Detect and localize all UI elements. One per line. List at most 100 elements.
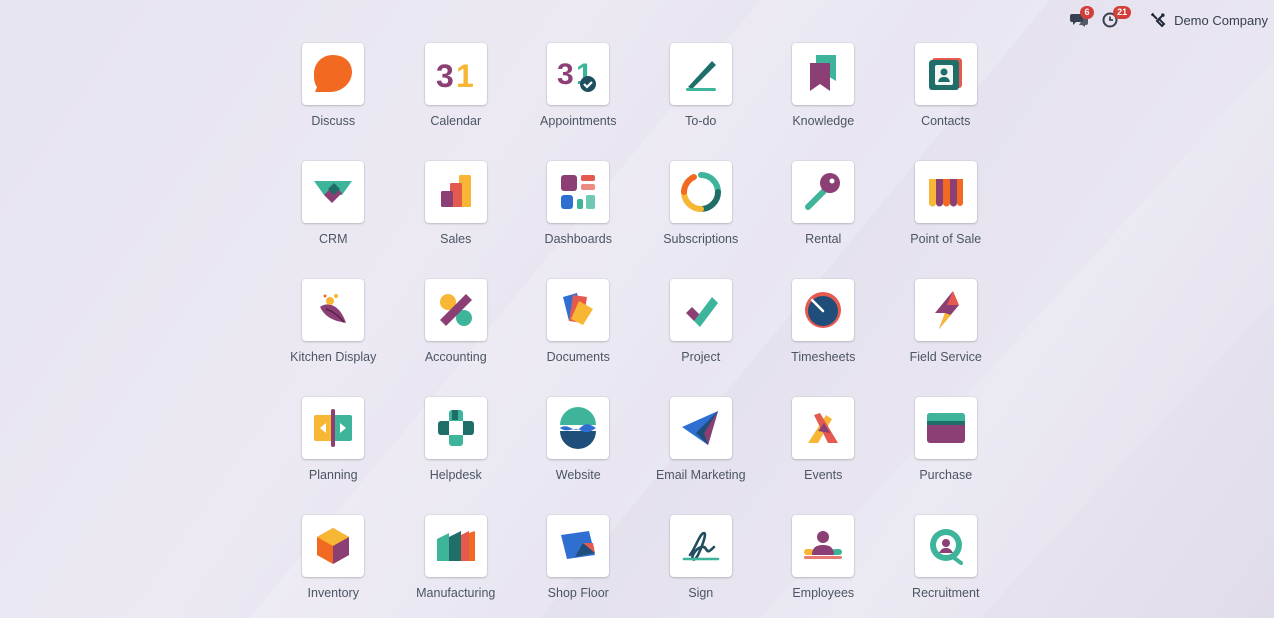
app-knowledge[interactable]: Knowledge: [762, 43, 885, 161]
app-tile: [302, 43, 365, 105]
app-subscriptions[interactable]: Subscriptions: [640, 161, 763, 279]
app-label: Project: [681, 350, 721, 364]
app-label: Employees: [792, 586, 855, 600]
app-kitchen-display[interactable]: Kitchen Display: [272, 279, 395, 397]
app-tile: [302, 161, 365, 223]
activities-menu[interactable]: 21: [1102, 6, 1132, 28]
app-tile: [669, 515, 732, 577]
app-shop-floor[interactable]: Shop Floor: [517, 515, 640, 618]
contacts-icon: [928, 58, 962, 90]
app-sales[interactable]: Sales: [395, 161, 518, 279]
app-tile: 3 1: [547, 43, 610, 105]
timesheets-icon: [805, 292, 842, 328]
knowledge-icon: [810, 55, 837, 91]
app-label: Kitchen Display: [290, 350, 377, 364]
appointments-icon: 3 1: [557, 58, 597, 92]
messages-menu[interactable]: 6: [1070, 6, 1095, 28]
svg-text:1: 1: [456, 58, 474, 94]
app-helpdesk[interactable]: Helpdesk: [395, 397, 518, 515]
app-planning[interactable]: Planning: [272, 397, 395, 515]
svg-text:3: 3: [436, 58, 454, 94]
app-sign[interactable]: Sign: [640, 515, 763, 618]
app-accounting[interactable]: Accounting: [395, 279, 518, 397]
website-icon: [560, 407, 597, 449]
app-label: Timesheets: [791, 350, 856, 364]
app-project[interactable]: Project: [640, 279, 763, 397]
email-marketing-icon: [681, 411, 718, 445]
app-crm[interactable]: CRM: [272, 161, 395, 279]
app-label: Dashboards: [544, 232, 612, 246]
app-tile: [669, 397, 732, 459]
app-tile: [914, 43, 977, 105]
app-tile: [547, 279, 610, 341]
app-contacts[interactable]: Contacts: [885, 43, 1008, 161]
app-purchase[interactable]: Purchase: [885, 397, 1008, 515]
app-label: Helpdesk: [429, 468, 482, 482]
app-label: Events: [804, 468, 843, 482]
app-tile: [669, 161, 732, 223]
app-website[interactable]: Website: [517, 397, 640, 515]
app-label: To-do: [685, 114, 717, 128]
calendar-icon: 3 1: [436, 58, 474, 94]
app-appointments[interactable]: 3 1 Appointments: [517, 43, 640, 161]
planning-icon: [314, 409, 353, 447]
app-dashboards[interactable]: Dashboards: [517, 161, 640, 279]
manufacturing-icon: [436, 531, 475, 561]
app-label: Contacts: [921, 114, 971, 128]
app-field-service[interactable]: Field Service: [885, 279, 1008, 397]
app-todo[interactable]: To-do: [640, 43, 763, 161]
field-service-icon: [934, 291, 959, 329]
app-label: Field Service: [909, 350, 982, 364]
accounting-icon: [439, 294, 472, 326]
app-email-marketing[interactable]: Email Marketing: [640, 397, 763, 515]
app-recruitment[interactable]: Recruitment: [885, 515, 1008, 618]
app-label: Website: [555, 468, 601, 482]
app-employees[interactable]: Employees: [762, 515, 885, 618]
app-tile: [914, 161, 977, 223]
app-manufacturing[interactable]: Manufacturing: [395, 515, 518, 618]
app-discuss[interactable]: Discuss: [272, 43, 395, 161]
dashboards-icon: [561, 175, 596, 209]
app-label: Accounting: [424, 350, 487, 364]
sales-icon: [440, 175, 471, 207]
app-tile: [302, 515, 365, 577]
app-tile: [914, 279, 977, 341]
app-label: Calendar: [430, 114, 482, 128]
app-timesheets[interactable]: Timesheets: [762, 279, 885, 397]
app-tile: [547, 397, 610, 459]
app-documents[interactable]: Documents: [517, 279, 640, 397]
svg-text:3: 3: [557, 58, 574, 91]
app-tile: [669, 279, 732, 341]
app-events[interactable]: Events: [762, 397, 885, 515]
app-label: Inventory: [307, 586, 359, 600]
shop-floor-icon: [561, 531, 596, 559]
app-tile: [792, 43, 855, 105]
recruitment-icon: [929, 529, 963, 565]
app-label: Appointments: [540, 114, 617, 128]
app-label: Sign: [688, 586, 714, 600]
app-tile: [914, 515, 977, 577]
app-inventory[interactable]: Inventory: [272, 515, 395, 618]
app-label: Discuss: [311, 114, 356, 128]
app-tile: [424, 515, 487, 577]
app-label: Email Marketing: [655, 468, 746, 482]
subscriptions-icon: [680, 172, 721, 212]
tools-icon: [1150, 12, 1166, 28]
activities-badge: 21: [1113, 6, 1132, 19]
app-label: Rental: [805, 232, 842, 246]
documents-icon: [563, 293, 594, 325]
app-tile: [424, 279, 487, 341]
app-tile: [914, 397, 977, 459]
purchase-icon: [926, 413, 965, 443]
app-label: Point of Sale: [910, 232, 982, 246]
employees-icon: [804, 531, 843, 559]
app-tile: [424, 161, 487, 223]
app-tile: [792, 161, 855, 223]
company-switcher[interactable]: Demo Company: [1132, 12, 1268, 28]
app-tile: [302, 279, 365, 341]
app-point-of-sale[interactable]: Point of Sale: [885, 161, 1008, 279]
app-calendar[interactable]: 3 1 Calendar: [395, 43, 518, 161]
app-label: Subscriptions: [663, 232, 739, 246]
app-rental[interactable]: Rental: [762, 161, 885, 279]
point-of-sale-icon: [928, 179, 963, 207]
